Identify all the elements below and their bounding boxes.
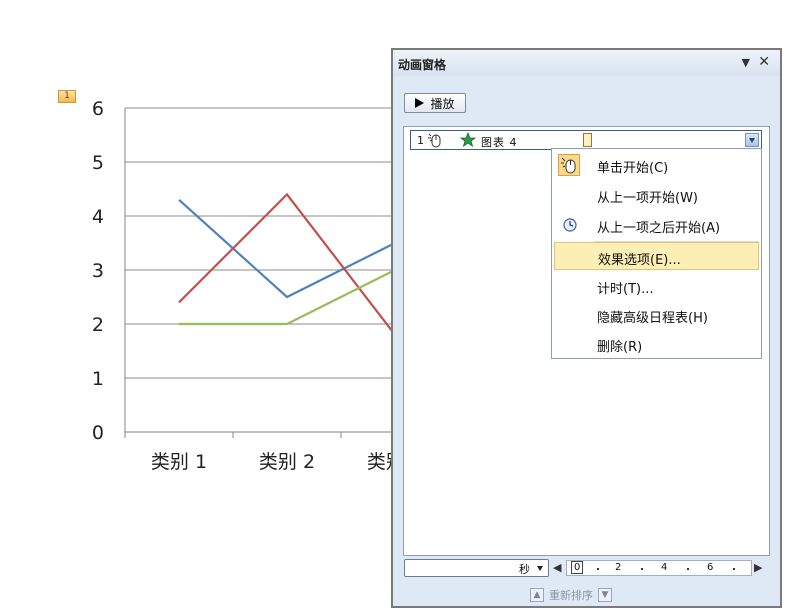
y-tick-label: 3 xyxy=(92,260,104,282)
scroll-left-icon[interactable]: ◀ xyxy=(553,561,565,575)
context-menu: 单击开始(C) 从上一项开始(W) 从上一项之后开始(A) 效果选项(E)...… xyxy=(551,148,762,359)
timeline-ruler[interactable]: 0 2 4 6 xyxy=(566,560,752,576)
x-tick-label: 类别 2 xyxy=(259,451,315,473)
close-icon[interactable]: ✕ xyxy=(758,54,770,70)
pane-header: 动画窗格 ▼ ✕ xyxy=(393,50,780,76)
item-dropdown-button[interactable] xyxy=(745,133,759,147)
animation-item[interactable]: 1 图表 4 xyxy=(410,130,762,150)
play-icon xyxy=(415,98,425,108)
menu-item-label: 效果选项(E)... xyxy=(598,253,681,268)
menu-item-hide-advanced-timeline[interactable]: 隐藏高级日程表(H) xyxy=(554,301,759,329)
menu-item-start-on-click[interactable]: 单击开始(C) xyxy=(554,151,759,179)
menu-item-label: 删除(R) xyxy=(597,340,643,355)
pane-options-dropdown-icon[interactable]: ▼ xyxy=(742,56,750,69)
menu-item-effect-options[interactable]: 效果选项(E)... xyxy=(554,242,759,270)
mouse-click-icon xyxy=(428,133,441,148)
reorder-controls: ▲ 重新排序 ▼ xyxy=(530,586,650,604)
menu-item-timing[interactable]: 计时(T)... xyxy=(554,272,759,300)
ruler-dot xyxy=(733,568,735,570)
y-tick-label: 0 xyxy=(92,422,104,444)
menu-item-label: 单击开始(C) xyxy=(597,161,669,176)
ruler-tick: 2 xyxy=(615,562,622,573)
ruler-tick: 4 xyxy=(661,562,668,573)
seconds-dropdown[interactable]: 秒 xyxy=(404,559,549,577)
reorder-label: 重新排序 xyxy=(549,589,593,602)
y-tick-label: 2 xyxy=(92,314,104,336)
play-label: 播放 xyxy=(430,96,455,111)
seconds-label: 秒 xyxy=(519,563,530,576)
mouse-click-icon xyxy=(558,154,580,176)
menu-item-label: 从上一项开始(W) xyxy=(597,191,698,206)
clock-icon xyxy=(563,218,577,236)
play-button[interactable]: 播放 xyxy=(404,93,466,113)
menu-item-start-with-previous[interactable]: 从上一项开始(W) xyxy=(554,181,759,209)
chevron-down-icon xyxy=(537,566,543,571)
series-line xyxy=(178,192,396,336)
menu-item-start-after-previous[interactable]: 从上一项之后开始(A) xyxy=(554,211,759,239)
item-label: 图表 4 xyxy=(481,136,518,149)
emphasis-star-icon xyxy=(459,132,477,147)
item-timeline-bar[interactable] xyxy=(583,133,592,147)
series-line xyxy=(178,198,396,299)
ruler-dot xyxy=(641,568,643,570)
y-tick-label: 6 xyxy=(92,98,104,120)
y-tick-label: 1 xyxy=(92,368,104,390)
y-tick-label: 4 xyxy=(92,206,104,228)
menu-item-label: 隐藏高级日程表(H) xyxy=(597,311,708,326)
pane-title: 动画窗格 xyxy=(398,58,447,72)
ruler-dot xyxy=(687,568,689,570)
menu-item-label: 计时(T)... xyxy=(597,282,654,297)
ruler-tick: 6 xyxy=(707,562,714,573)
x-tick-label: 类别 1 xyxy=(151,451,207,473)
scroll-right-icon[interactable]: ▶ xyxy=(754,561,766,575)
ruler-zero: 0 xyxy=(571,561,584,574)
menu-item-label: 从上一项之后开始(A) xyxy=(597,221,721,236)
ruler-dot xyxy=(597,568,599,570)
item-number: 1 xyxy=(417,134,424,147)
y-tick-label: 5 xyxy=(92,152,104,174)
menu-item-delete[interactable]: 删除(R) xyxy=(554,330,759,358)
